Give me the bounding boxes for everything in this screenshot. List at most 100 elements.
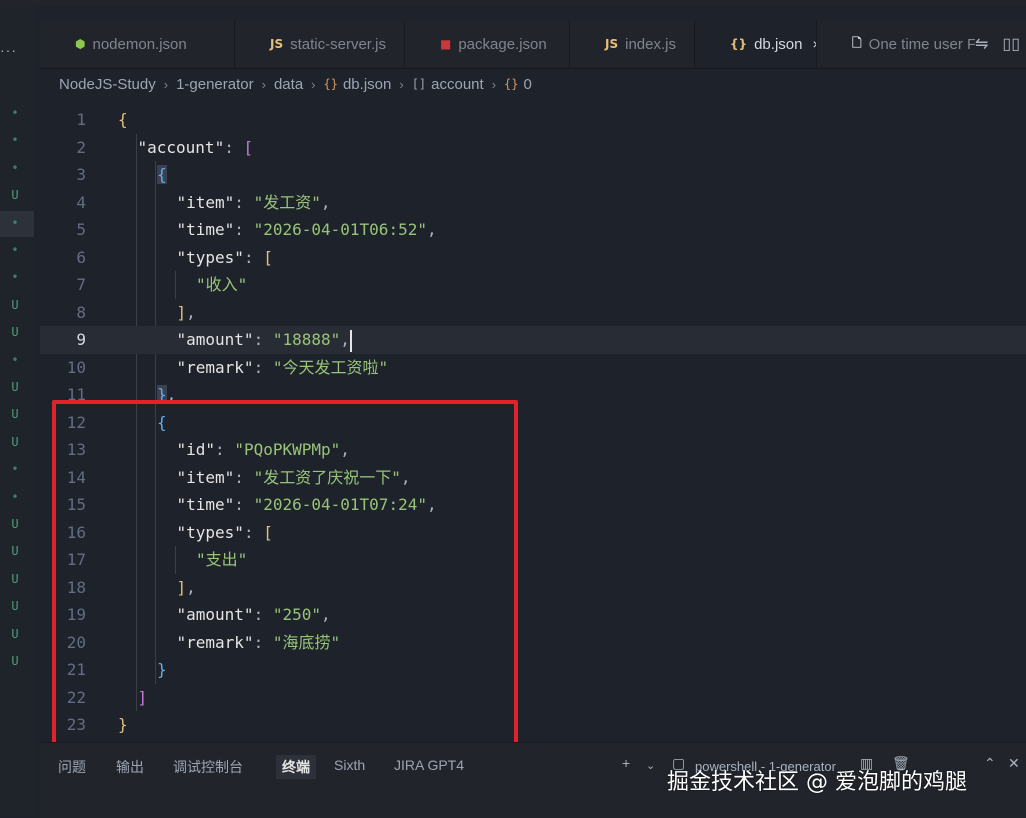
array-icon: [] [411,77,427,91]
panel-tab-1[interactable]: 输出 [116,757,144,777]
modified-marker: • [11,215,19,230]
line-number: 10 [66,357,86,377]
modified-marker: • [11,270,19,285]
breadcrumb: NodeJS-Study › 1-generator › data › {} db.json ›… [59,74,532,94]
line-number: 8 [76,302,86,322]
tab-index-js[interactable]: JS index.js [570,20,695,68]
code-text: { [118,110,128,129]
js-icon: JS [605,37,619,51]
modified-marker: • [11,160,19,175]
line-number: 7 [76,275,86,294]
add-terminal-icon[interactable]: + [622,755,630,771]
untracked-marker: U [11,188,19,203]
compare-changes-icon[interactable]: ⇋ [975,34,988,54]
modified-marker: • [11,489,19,504]
code-line: 7 "收入" [40,271,1026,299]
line-number: 1 [76,110,86,129]
breadcrumb-item[interactable]: 1-generator [176,76,254,93]
code-text: { [157,165,167,184]
terminal-dropdown-chevron-icon[interactable]: ⌄ [646,759,655,772]
code-text: "remark": "今天发工资啦" [176,357,389,377]
chevron-right-icon: › [163,76,169,92]
breadcrumb-item[interactable]: data [274,76,303,93]
watermark: 掘金技术社区 @ 爱泡脚的鸡腿 [667,770,967,795]
untracked-marker: U [11,434,19,449]
code-text: "time": "2026-04-01T06:52", [176,220,437,239]
text-cursor [349,329,352,352]
tab-static-server-js[interactable]: JS static-server.js [235,20,405,68]
code-text: "收入" [196,275,248,294]
line-number: 5 [76,220,86,239]
modified-marker: • [11,462,19,477]
untracked-marker: U [11,325,19,340]
json-icon: {} [323,77,338,91]
panel-tab-0[interactable]: 问题 [58,757,86,777]
code-line: 8], [40,299,1026,327]
red-highlight-box [52,400,518,749]
code-line: 10 "remark": "今天发工资啦" [40,354,1026,382]
line-number: 4 [76,192,86,212]
code-line: 6 "types": [ [40,244,1026,272]
tab-one-time-user-f[interactable]: 🗋 One time user F [817,20,987,68]
code-line: 4 "item": "发工资", [40,189,1026,217]
code-line: 2 "account": [ [40,134,1026,162]
tab-nodemon-json[interactable]: ⬢ nodemon.json [40,20,235,68]
breadcrumb-item[interactable]: account [431,76,484,93]
untracked-marker: U [11,571,19,586]
split-editor-icon[interactable]: ▯▯ [1002,34,1020,54]
nodemon-icon: ⬢ [75,37,86,51]
untracked-marker: U [11,407,19,422]
untracked-marker: U [11,517,19,531]
untracked-marker: U [11,380,19,394]
tab-label: static-server.js [290,35,386,53]
code-text: ], [176,302,196,322]
breadcrumb-item[interactable]: NodeJS-Study [59,76,156,93]
tab-actions: ⇋ ▯▯ [974,20,1026,68]
file-icon: 🗋 [852,35,862,50]
chevron-right-icon: › [491,76,497,92]
panel-tab-3[interactable]: 终端 [276,755,316,779]
activity-bar: ··· • • • U • • • U U • U U U • • U U U U U U [0,6,34,817]
untracked-marker: U [11,626,19,641]
untracked-marker: U [11,297,19,312]
untracked-marker: U [11,654,19,668]
tab-db-json[interactable]: {}db.json× [695,20,817,68]
untracked-marker: U [11,544,19,559]
code-line: 5 "time": "2026-04-01T06:52", [40,216,1026,244]
tab-label: db.json [754,35,803,53]
code-text: "amount": "18888", [177,326,352,354]
json-icon: {} [730,37,748,51]
menu-bar [0,0,1026,6]
breadcrumb-item[interactable]: db.json [343,76,391,93]
tab-label: nodemon.json [92,35,187,53]
tab-package-json[interactable]: ■ package.json [405,20,570,68]
panel-tab-5[interactable]: JIRA GPT4 [394,757,464,773]
json-icon: {} [504,77,519,91]
code-line: 9 "amount": "18888", [40,326,1026,354]
code-text: "types": [ [176,247,273,267]
code-text: "account": [ [137,137,254,157]
breadcrumb-item[interactable]: 0 [523,76,531,93]
js-icon: JS [270,37,284,51]
code-line: 3{ [40,161,1026,189]
chevron-right-icon: › [261,76,266,92]
modified-marker: • [11,106,19,120]
tab-label: index.js [625,35,676,53]
close-panel-icon[interactable]: ✕ [1008,755,1020,772]
tab-label: One time user F [868,35,977,53]
editor-tab-bar: ⬢ nodemon.json JS static-server.js ■ package.… [40,20,1026,69]
modified-marker: • [11,352,19,367]
line-number: 2 [76,137,86,157]
maximize-panel-icon[interactable]: ⌃ [984,755,996,772]
modified-marker: • [11,243,19,257]
chevron-right-icon: › [311,76,316,92]
more-icon[interactable]: ··· [0,42,17,58]
npm-icon: ■ [440,37,452,51]
modified-marker: • [11,133,19,148]
line-number: 9 [76,330,86,349]
panel-tab-2[interactable]: 调试控制台 [173,757,243,777]
line-number: 3 [76,165,86,184]
line-number: 6 [76,247,86,267]
untracked-marker: U [11,599,19,614]
panel-tab-4[interactable]: Sixth [334,757,365,773]
